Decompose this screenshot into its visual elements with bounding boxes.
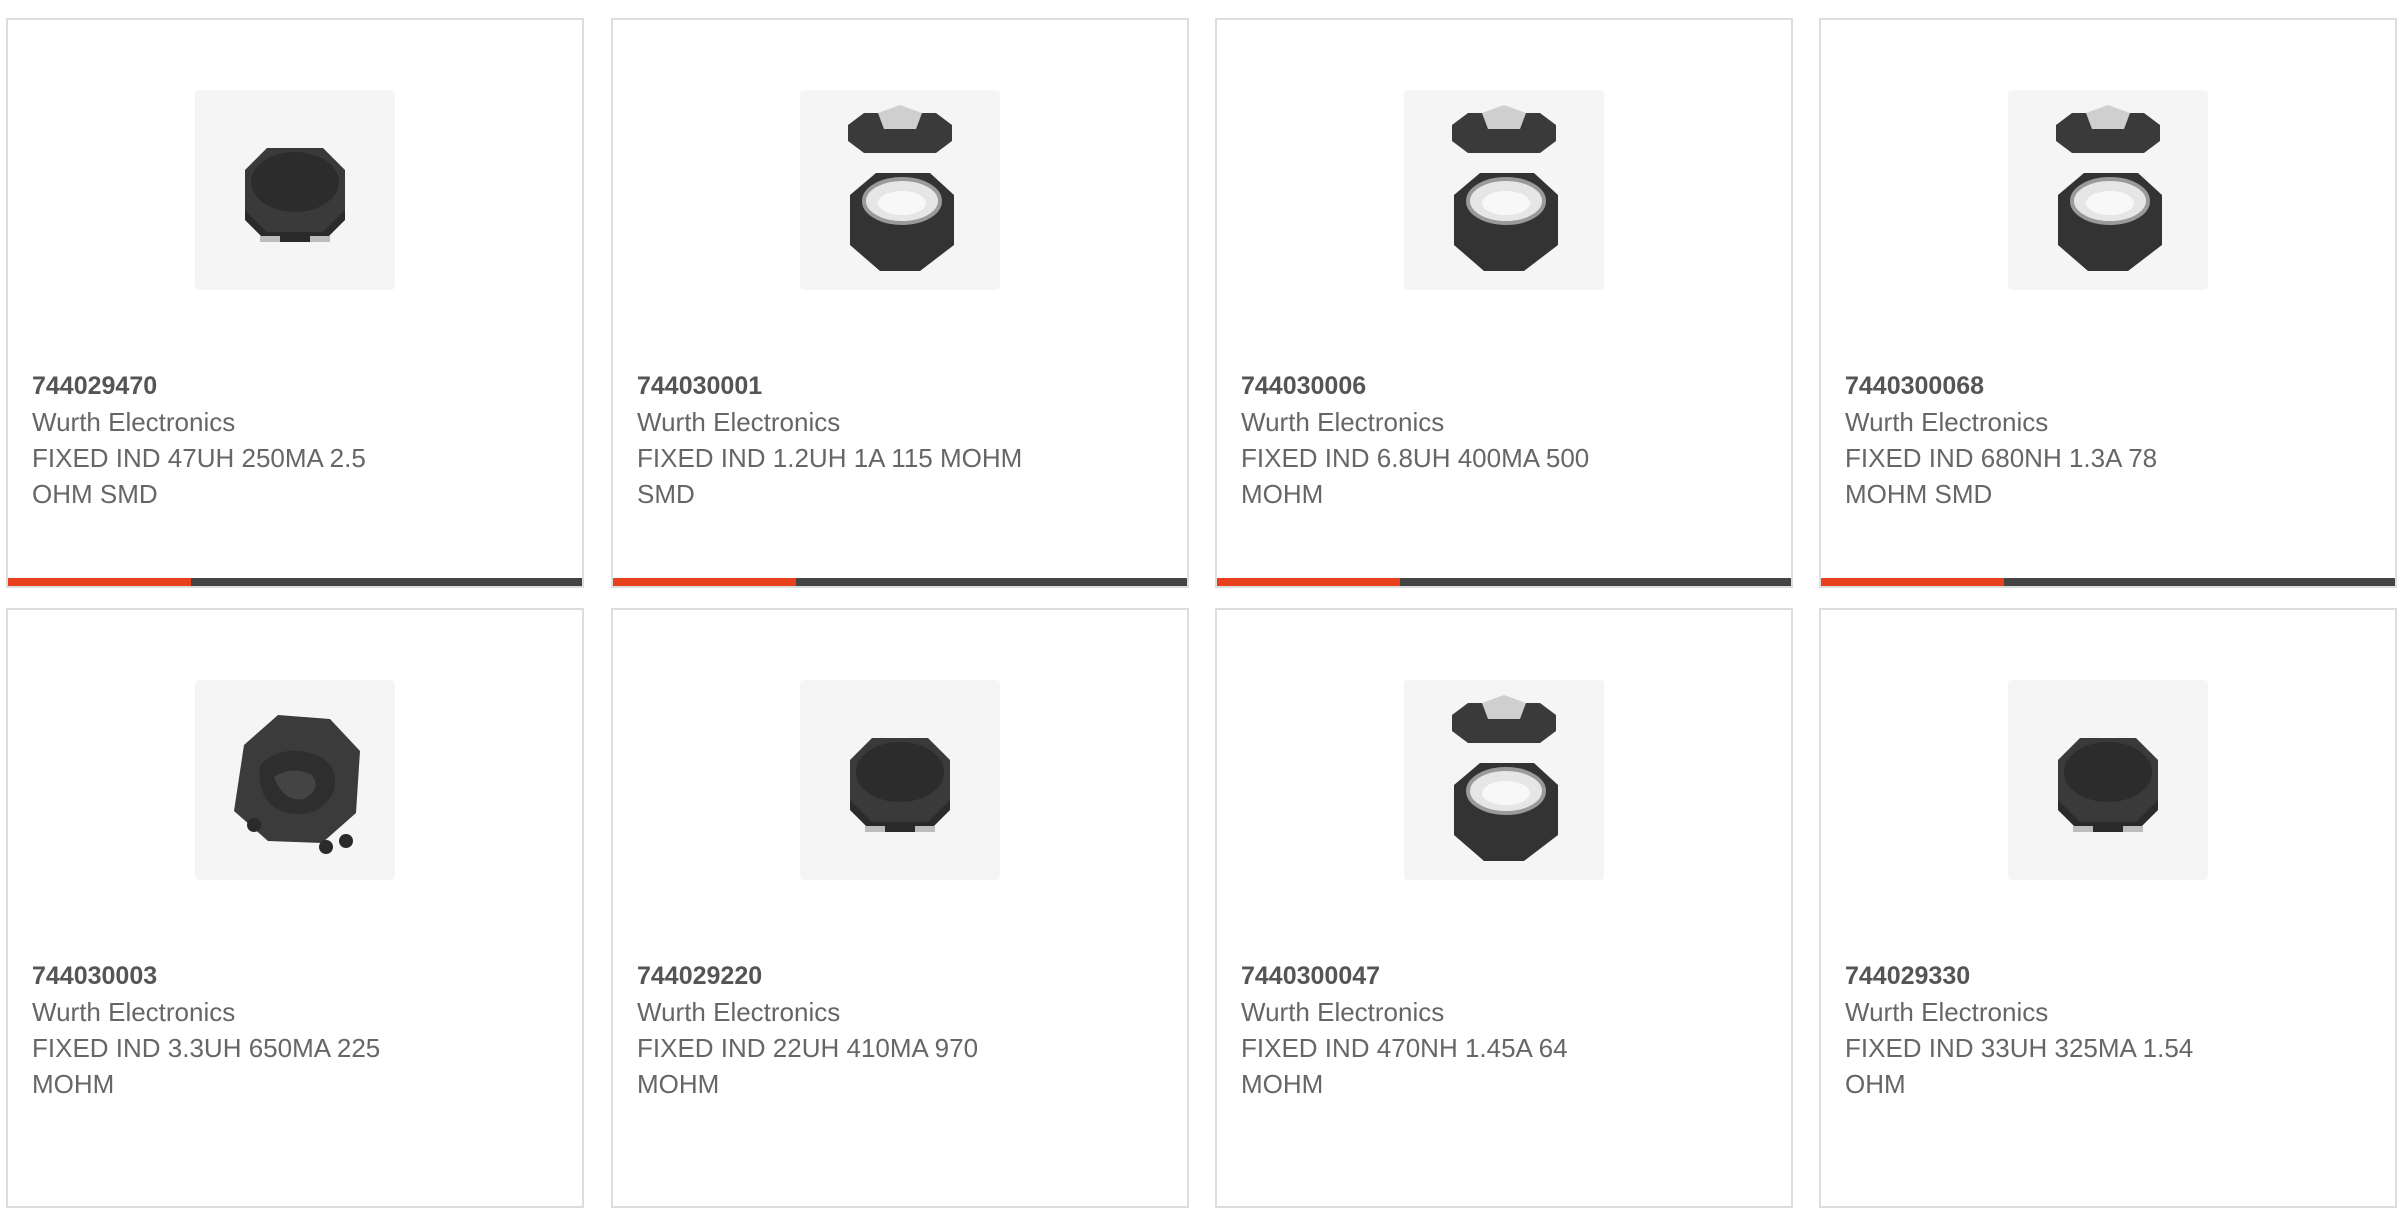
inductor-exploded-icon xyxy=(848,105,954,271)
card-bar-accent xyxy=(1217,578,1400,586)
description-line-1: FIXED IND 1.2UH 1A 115 MOHM xyxy=(637,443,1023,473)
description-line-2: SMD xyxy=(637,479,695,509)
product-image[interactable] xyxy=(1821,90,2395,290)
inductor-exploded-icon xyxy=(1452,695,1558,861)
card-bar xyxy=(613,578,1187,586)
product-image[interactable] xyxy=(613,680,1187,880)
manufacturer: Wurth Electronics xyxy=(1845,407,2049,437)
product-image[interactable] xyxy=(8,680,582,880)
card-bar-accent xyxy=(613,578,796,586)
product-image[interactable] xyxy=(1217,680,1791,880)
product-card[interactable]: 744030003 Wurth Electronics FIXED IND 3.… xyxy=(6,608,584,1208)
inductor-rough-icon xyxy=(234,715,360,854)
part-number[interactable]: 7440300047 xyxy=(1241,958,1661,994)
manufacturer: Wurth Electronics xyxy=(1845,997,2049,1027)
product-card[interactable]: 7440300068 Wurth Electronics FIXED IND 6… xyxy=(1819,18,2397,588)
product-image[interactable] xyxy=(8,90,582,290)
card-bar-accent xyxy=(8,578,191,586)
product-card[interactable]: 7440300047 Wurth Electronics FIXED IND 4… xyxy=(1215,608,1793,1208)
card-bar xyxy=(1821,578,2395,586)
description-line-1: FIXED IND 680NH 1.3A 78 xyxy=(1845,443,2158,473)
manufacturer: Wurth Electronics xyxy=(637,407,841,437)
description-line-2: MOHM xyxy=(637,1069,720,1099)
manufacturer: Wurth Electronics xyxy=(637,997,841,1027)
manufacturer: Wurth Electronics xyxy=(32,407,236,437)
description-line-2: MOHM xyxy=(1241,1069,1324,1099)
description-line-2: MOHM SMD xyxy=(1845,479,1993,509)
card-bar-accent xyxy=(1821,578,2004,586)
description-line-1: FIXED IND 470NH 1.45A 64 xyxy=(1241,1033,1568,1063)
product-grid: 744029470 Wurth Electronics FIXED IND 47… xyxy=(0,0,2400,1208)
manufacturer: Wurth Electronics xyxy=(32,997,236,1027)
product-image[interactable] xyxy=(613,90,1187,290)
inductor-exploded-icon xyxy=(1452,105,1558,271)
card-bar xyxy=(1217,578,1791,586)
manufacturer: Wurth Electronics xyxy=(1241,407,1445,437)
part-number[interactable]: 744029470 xyxy=(32,368,452,404)
part-number[interactable]: 744029330 xyxy=(1845,958,2265,994)
product-image[interactable] xyxy=(1821,680,2395,880)
inductor-closed-icon xyxy=(2058,738,2158,832)
product-card[interactable]: 744029220 Wurth Electronics FIXED IND 22… xyxy=(611,608,1189,1208)
manufacturer: Wurth Electronics xyxy=(1241,997,1445,1027)
description-line-2: OHM SMD xyxy=(32,479,158,509)
product-card[interactable]: 744030006 Wurth Electronics FIXED IND 6.… xyxy=(1215,18,1793,588)
product-image[interactable] xyxy=(1217,90,1791,290)
description-line-2: MOHM xyxy=(32,1069,115,1099)
inductor-closed-icon xyxy=(245,148,345,242)
description-line-1: FIXED IND 33UH 325MA 1.54 xyxy=(1845,1033,2194,1063)
description-line-2: OHM xyxy=(1845,1069,1906,1099)
product-card[interactable]: 744030001 Wurth Electronics FIXED IND 1.… xyxy=(611,18,1189,588)
description-line-1: FIXED IND 22UH 410MA 970 xyxy=(637,1033,979,1063)
product-card[interactable]: 744029470 Wurth Electronics FIXED IND 47… xyxy=(6,18,584,588)
description-line-2: MOHM xyxy=(1241,479,1324,509)
inductor-closed-icon xyxy=(850,738,950,832)
description-line-1: FIXED IND 47UH 250MA 2.5 xyxy=(32,443,366,473)
part-number[interactable]: 744029220 xyxy=(637,958,1057,994)
card-bar xyxy=(8,578,582,586)
product-card[interactable]: 744029330 Wurth Electronics FIXED IND 33… xyxy=(1819,608,2397,1208)
inductor-exploded-icon xyxy=(2056,105,2162,271)
part-number[interactable]: 744030003 xyxy=(32,958,452,994)
part-number[interactable]: 744030001 xyxy=(637,368,1057,404)
part-number[interactable]: 7440300068 xyxy=(1845,368,2265,404)
part-number[interactable]: 744030006 xyxy=(1241,368,1661,404)
description-line-1: FIXED IND 3.3UH 650MA 225 xyxy=(32,1033,381,1063)
description-line-1: FIXED IND 6.8UH 400MA 500 xyxy=(1241,443,1590,473)
